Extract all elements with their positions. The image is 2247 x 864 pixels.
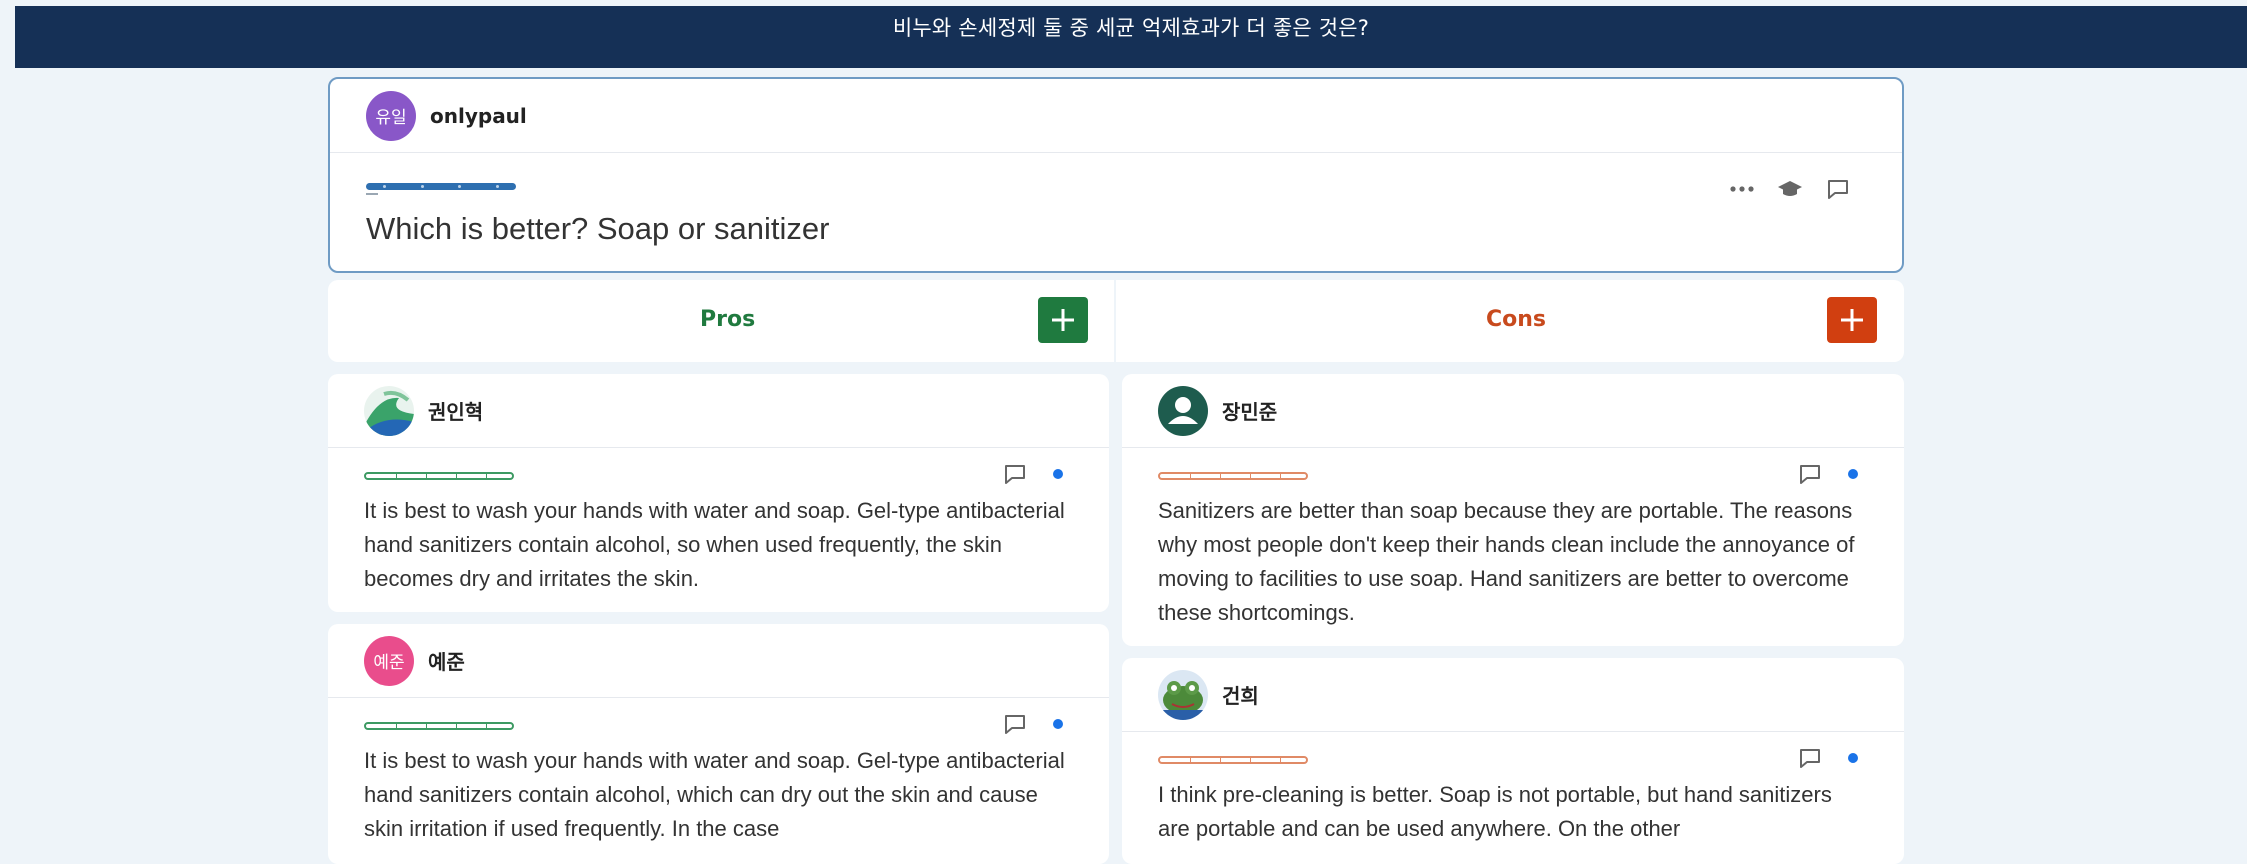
plus-icon <box>1841 309 1863 331</box>
rating-bar <box>364 472 514 480</box>
post-actions <box>1001 462 1063 486</box>
rating-bar <box>1158 756 1308 764</box>
post-author-row: 권인혁 <box>328 374 1109 448</box>
add-con-button[interactable] <box>1827 297 1877 343</box>
post-author-name[interactable]: 권인혁 <box>428 396 483 425</box>
comment-icon[interactable] <box>1796 746 1824 770</box>
question-actions <box>1728 177 1852 201</box>
unread-dot-icon <box>1053 719 1063 729</box>
avatar[interactable] <box>364 385 414 436</box>
pros-title: Pros <box>700 307 756 332</box>
progress-marker <box>366 193 378 195</box>
comment-icon[interactable] <box>1001 712 1029 736</box>
post-text: It is best to wash your hands with water… <box>364 498 1065 591</box>
post-author-row: 장민준 <box>1122 374 1904 448</box>
rating-bar <box>1158 472 1308 480</box>
add-pro-button[interactable] <box>1038 297 1088 343</box>
unread-dot-icon <box>1848 753 1858 763</box>
avatar[interactable]: 유일 <box>366 90 416 141</box>
post-actions <box>1001 712 1063 736</box>
post-actions <box>1796 462 1858 486</box>
avatar[interactable] <box>1158 385 1208 436</box>
question-card: 유일 onlypaul Which is better? Soap or san… <box>328 77 1904 273</box>
avatar[interactable]: 예준 <box>364 635 414 686</box>
comment-icon[interactable] <box>1824 177 1852 201</box>
post-author-name[interactable]: 예준 <box>428 646 465 675</box>
page-header: 비누와 손세정제 둘 중 세균 억제효과가 더 좋은 것은? <box>15 6 2247 68</box>
avatar[interactable] <box>1158 669 1208 720</box>
post-author-row: 예준 예준 <box>328 624 1109 698</box>
post-author-name[interactable]: 장민준 <box>1222 396 1277 425</box>
more-icon[interactable] <box>1728 177 1756 201</box>
con-post-card: 건희 I think pre-cleaning is better. Soap … <box>1122 658 1904 864</box>
unread-dot-icon <box>1053 469 1063 479</box>
post-text: I think pre-cleaning is better. Soap is … <box>1158 782 1832 841</box>
cons-title: Cons <box>1486 307 1547 332</box>
question-author-row: 유일 onlypaul <box>330 79 1902 153</box>
question-author-name[interactable]: onlypaul <box>430 104 527 128</box>
page-title: 비누와 손세정제 둘 중 세균 억제효과가 더 좋은 것은? <box>892 16 1370 40</box>
question-progress-bar <box>366 183 516 190</box>
pros-header: Pros <box>328 280 1114 362</box>
post-actions <box>1796 746 1858 770</box>
comment-icon[interactable] <box>1796 462 1824 486</box>
graduation-cap-icon[interactable] <box>1776 177 1804 201</box>
question-text: Which is better? Soap or sanitizer <box>366 211 830 246</box>
post-text: Sanitizers are better than soap because … <box>1158 498 1855 625</box>
pro-post-card: 예준 예준 It is best to wash your hands with… <box>328 624 1109 864</box>
post-text: It is best to wash your hands with water… <box>364 748 1065 841</box>
con-post-card: 장민준 Sanitizers are better than soap beca… <box>1122 374 1904 646</box>
post-author-row: 건희 <box>1122 658 1904 732</box>
cons-header: Cons <box>1116 280 1904 362</box>
unread-dot-icon <box>1848 469 1858 479</box>
pro-post-card: 권인혁 It is best to wash your hands with w… <box>328 374 1109 612</box>
plus-icon <box>1052 309 1074 331</box>
rating-bar <box>364 722 514 730</box>
post-author-name[interactable]: 건희 <box>1222 680 1259 709</box>
comment-icon[interactable] <box>1001 462 1029 486</box>
